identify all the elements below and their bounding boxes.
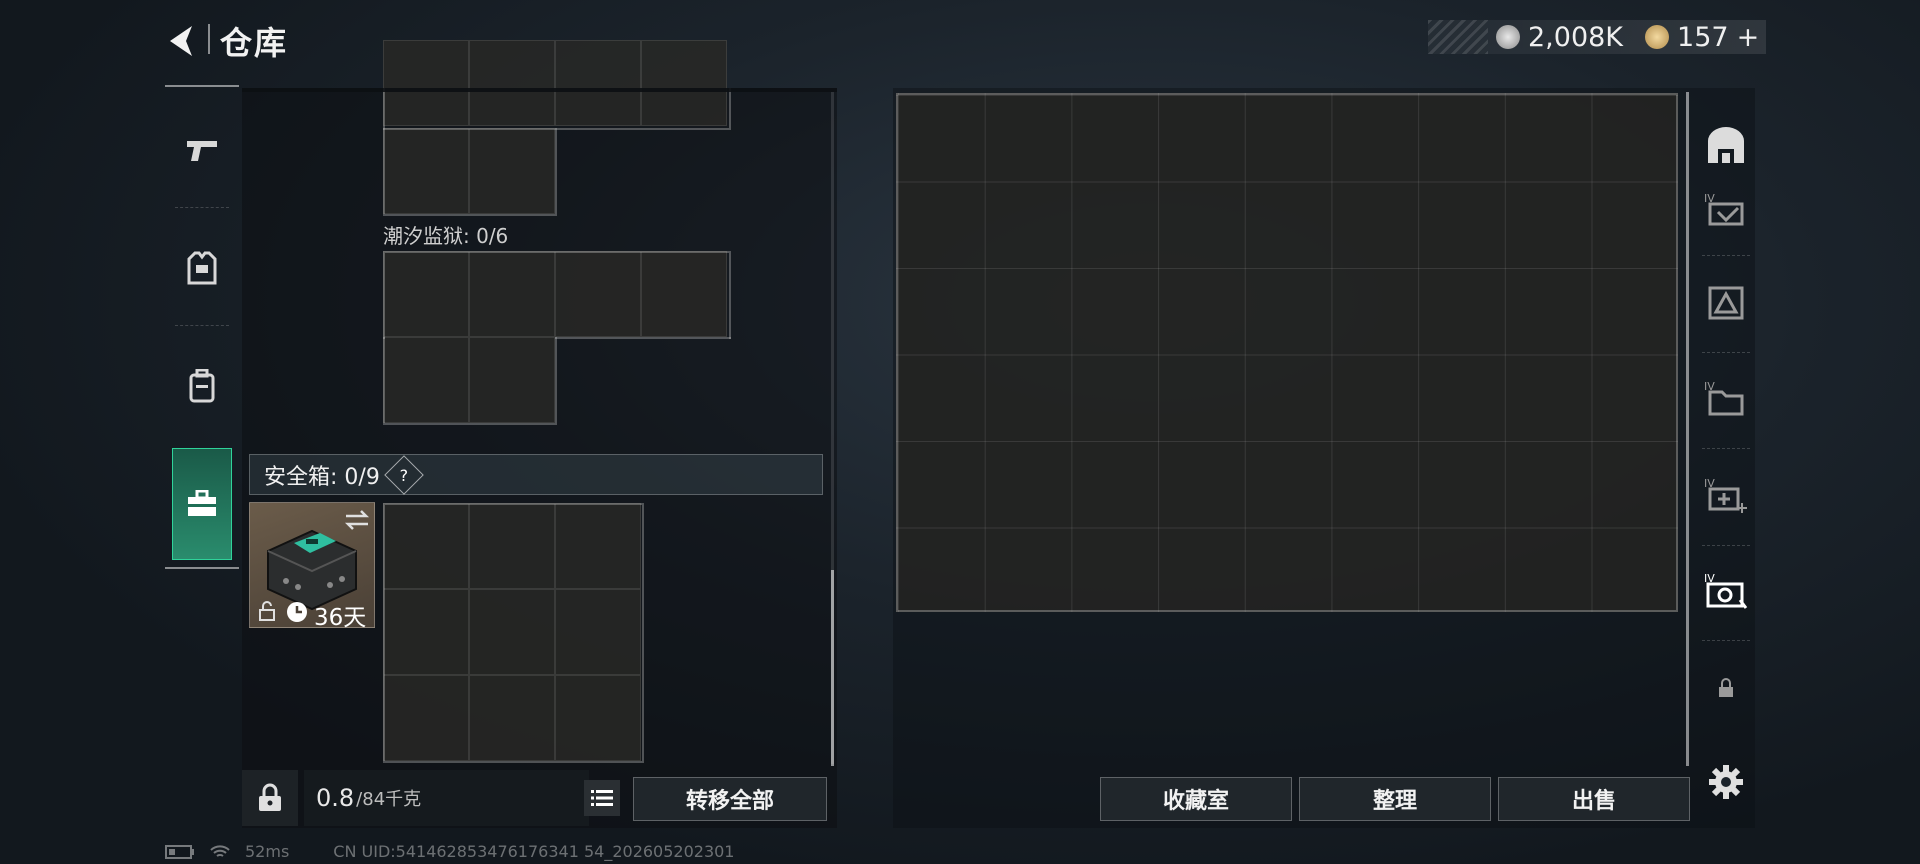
tab-separator <box>1702 448 1750 449</box>
tab-separator <box>1702 352 1750 353</box>
folder-icon: IV <box>1704 380 1744 416</box>
nav-backpack[interactable] <box>165 331 239 441</box>
storage-tab-1[interactable]: IV <box>1696 180 1756 240</box>
container-cell[interactable] <box>469 337 555 423</box>
case-days-remaining: 36天 <box>314 605 367 631</box>
padlock-icon <box>259 783 281 811</box>
container-outline <box>555 337 731 339</box>
status-bar: 52ms CN UID:541462853476176341 54_202605… <box>165 842 734 861</box>
archway-icon <box>1708 127 1744 163</box>
storage-tab-4[interactable]: IV <box>1696 465 1756 525</box>
safebox-cell[interactable] <box>469 503 555 589</box>
safebox-cell[interactable] <box>469 675 555 761</box>
container-cell[interactable] <box>383 337 469 423</box>
left-category-nav <box>165 85 239 571</box>
weight-max: /84千克 <box>356 789 422 810</box>
currency-b-value: 157 <box>1677 21 1729 53</box>
tide-prison-label: 潮汐监狱: 0/6 <box>383 224 509 248</box>
container-cell[interactable] <box>641 251 727 337</box>
container-cell[interactable] <box>383 40 469 126</box>
warning-box-icon <box>1708 286 1744 320</box>
weight-display: 0.8 /84千克 <box>304 770 589 826</box>
storage-tab-3[interactable]: IV <box>1696 368 1756 428</box>
nav-top-line <box>165 85 239 87</box>
weight-value: 0.8 <box>316 784 355 812</box>
page-title: 仓库 <box>220 24 289 62</box>
safebox-cell[interactable] <box>555 675 641 761</box>
ping-value: 52ms <box>245 842 290 861</box>
clock-icon <box>287 602 307 622</box>
container-cell[interactable] <box>641 40 727 126</box>
safebox-cell[interactable] <box>469 589 555 675</box>
transfer-all-button[interactable]: 转移全部 <box>633 777 827 821</box>
title-divider <box>208 24 210 54</box>
container-cell[interactable] <box>555 251 641 337</box>
container-cell[interactable] <box>383 128 469 214</box>
right-scrollbar[interactable] <box>1686 92 1689 766</box>
currency-stripe <box>1428 20 1488 54</box>
left-scrollbar-thumb[interactable] <box>831 570 834 766</box>
add-currency-button[interactable]: + <box>1737 22 1760 53</box>
battery-icon <box>165 844 194 859</box>
collection-room-button[interactable]: 收藏室 <box>1100 777 1292 821</box>
nav-armor[interactable] <box>165 213 239 323</box>
small-lock-icon <box>1719 678 1733 697</box>
lock-button[interactable] <box>242 770 298 826</box>
pistol-icon <box>187 141 217 161</box>
tab-separator <box>1702 640 1750 641</box>
safebox-header: 安全箱: 0/9 ? <box>249 454 823 495</box>
gear-icon <box>1709 765 1743 799</box>
safebox-cell[interactable] <box>383 589 469 675</box>
list-view-button[interactable] <box>584 780 620 816</box>
help-icon: ? <box>399 465 409 484</box>
storage-box-icon: IV <box>1704 192 1744 226</box>
lock-icon <box>259 601 275 621</box>
currency-a-value: 2,008K <box>1528 21 1624 53</box>
container-cell[interactable] <box>383 251 469 337</box>
tab-separator <box>1702 255 1750 256</box>
back-arrow-icon <box>170 26 192 56</box>
nav-separator <box>175 207 229 208</box>
settings-button[interactable] <box>1696 752 1756 812</box>
safebox-label: 安全箱: 0/9 <box>264 464 380 490</box>
safebox-cell[interactable] <box>555 503 641 589</box>
storage-tab-main[interactable] <box>1696 115 1756 175</box>
storage-tab-2[interactable] <box>1696 272 1756 332</box>
currency-bar: 2,008K 157 + <box>1428 20 1766 54</box>
medical-box-icon: IV <box>1704 477 1747 513</box>
container-cell[interactable] <box>469 251 555 337</box>
safebox-cell[interactable] <box>383 675 469 761</box>
container-cell[interactable] <box>469 128 555 214</box>
storage-tab-locked[interactable] <box>1696 658 1756 718</box>
nav-separator <box>175 325 229 326</box>
help-button[interactable]: ? <box>384 454 424 495</box>
list-icon <box>591 790 613 806</box>
camera-box-icon: IV <box>1704 572 1748 609</box>
panel-top-mask <box>242 88 837 92</box>
safebox-cell[interactable] <box>555 589 641 675</box>
vest-icon <box>187 251 217 285</box>
uid-text: CN UID:541462853476176341 54_20260520230… <box>333 842 735 861</box>
back-button[interactable] <box>162 20 204 62</box>
container-cell[interactable] <box>555 40 641 126</box>
nav-safebox[interactable] <box>172 448 232 560</box>
safebox-cell[interactable] <box>383 503 469 589</box>
container-cell[interactable] <box>469 40 555 126</box>
backpack-icon <box>189 369 215 403</box>
gold-coin-icon <box>1645 25 1670 49</box>
silver-coin-icon <box>1496 25 1520 49</box>
sell-button[interactable]: 出售 <box>1498 777 1690 821</box>
storage-grid[interactable] <box>896 93 1678 612</box>
wifi-icon <box>210 844 230 857</box>
swap-icon[interactable] <box>344 509 370 531</box>
tab-separator <box>1702 545 1750 546</box>
nav-bottom-line <box>165 567 239 569</box>
briefcase-icon <box>188 490 216 516</box>
nav-weapons[interactable] <box>165 95 239 205</box>
storage-tab-5-active[interactable]: IV <box>1696 560 1756 620</box>
sort-button[interactable]: 整理 <box>1299 777 1491 821</box>
